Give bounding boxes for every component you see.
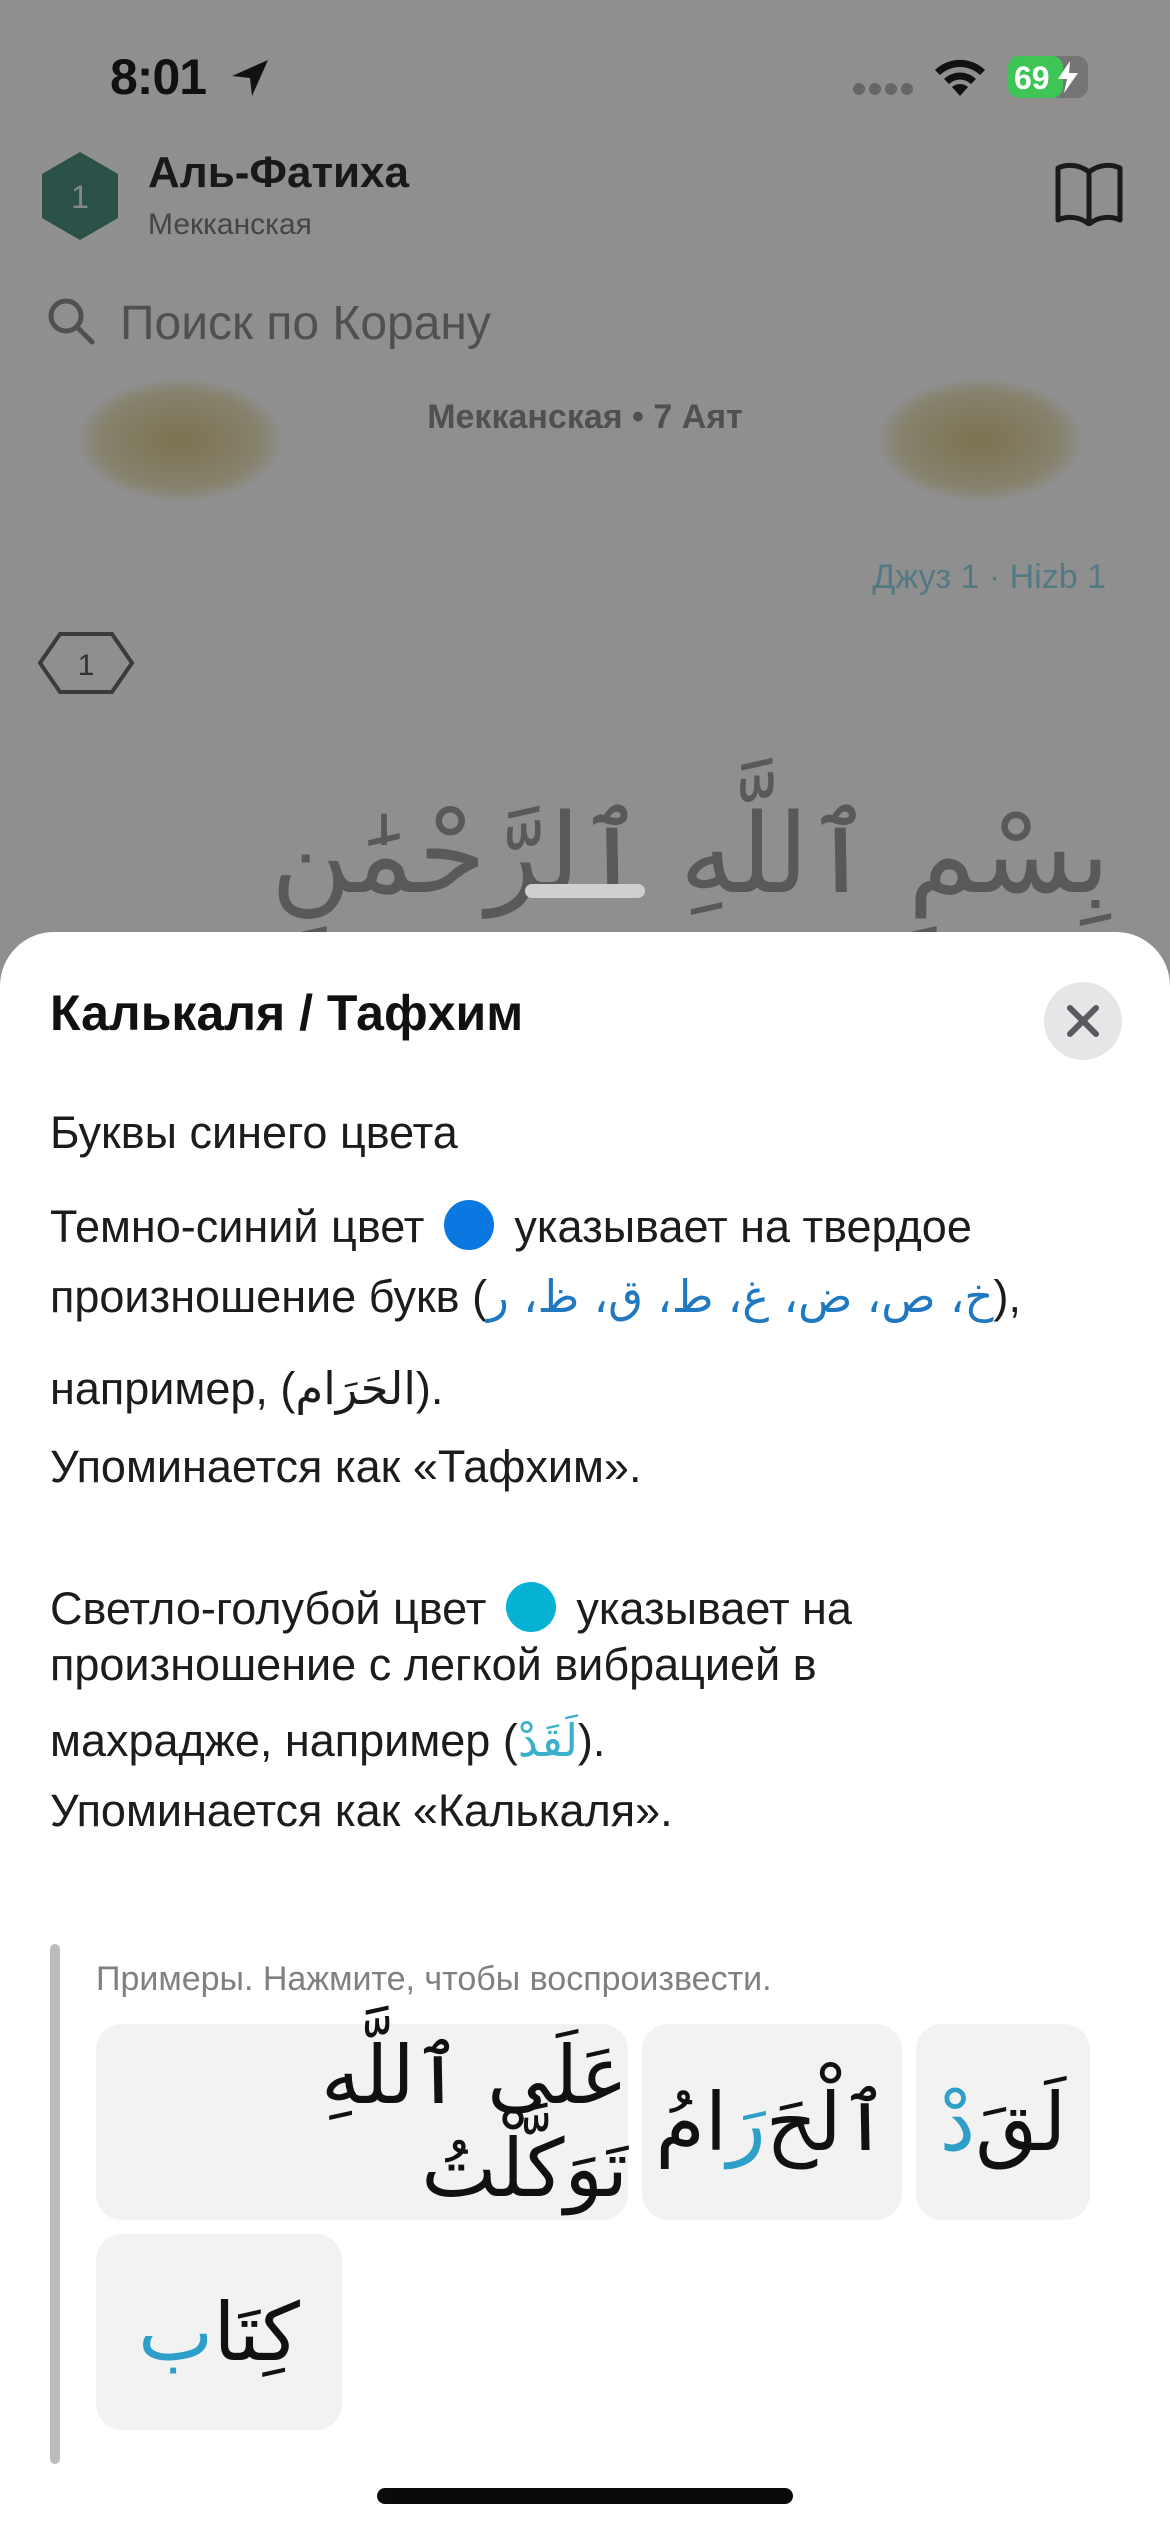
- light-blue-dot-icon: [506, 1582, 557, 1632]
- qalqala-line-2: произношение с легкой вибрацией в: [50, 1639, 817, 1690]
- dark-blue-dot-icon: [444, 1200, 495, 1250]
- juz-hizb-label: Джуз 1 · Hizb 1: [872, 558, 1106, 596]
- example-text: كِتَا: [213, 2285, 300, 2379]
- qalqala-text-d: махрадже, например (: [50, 1715, 518, 1766]
- tafkhim-line-1: Темно-синий цвет указывает на твердое: [50, 1200, 1130, 1250]
- surah-meta: Мекканская • 7 Аят: [427, 398, 743, 436]
- qalqala-line-4: Упоминается как «Калькаля».: [50, 1785, 673, 1836]
- location-arrow-icon: [232, 60, 268, 96]
- qalqala-text-b: указывает на: [576, 1583, 852, 1634]
- tafkhim-text-e: например, (: [50, 1363, 296, 1414]
- svg-text:1: 1: [78, 649, 95, 682]
- status-bar: 8:01 69: [0, 0, 1170, 150]
- tafkhim-line-3: например, (الحَرَام).: [50, 1366, 1130, 1411]
- subheading: Буквы синего цвета: [50, 1107, 458, 1158]
- surah-title: Аль-Фатиха: [148, 148, 409, 197]
- example-chip-kitab[interactable]: كِتَا ب: [96, 2234, 342, 2430]
- example-chip-al-haram[interactable]: ٱلْحَ رَ امُ: [642, 2024, 902, 2220]
- wifi-icon: [935, 59, 985, 96]
- surah-subtitle: Мекканская: [148, 208, 312, 241]
- status-time: 8:01: [110, 49, 207, 105]
- example-highlight: دْ: [939, 2075, 976, 2169]
- tafkhim-text-c: произношение букв (: [50, 1271, 488, 1322]
- tafkhim-letters: خ، ص، ض، غ، ط، ق، ظ، ر: [487, 1270, 994, 1323]
- example-text: عَلَى ٱللَّهِ تَوَكَّلْتُ: [321, 2029, 628, 2215]
- tafkhim-line-2: произношение букв (خ، ص، ض، غ، ط، ق، ظ، …: [50, 1274, 1130, 1319]
- example-highlight: رَ: [727, 2075, 766, 2169]
- home-indicator[interactable]: [377, 2488, 793, 2504]
- battery-percent: 69: [1014, 60, 1050, 96]
- example-chip-laqad[interactable]: لَقَ دْ: [916, 2024, 1090, 2220]
- examples-quote-bar: [50, 1944, 60, 2464]
- book-icon[interactable]: [1054, 160, 1124, 226]
- qalqala-line-3: махрадже, например (لَقَدْ).: [50, 1718, 1130, 1763]
- example-highlight: ب: [138, 2285, 214, 2379]
- example-chip-tawakkaltu[interactable]: عَلَى ٱللَّهِ تَوَكَّلْتُ: [96, 2024, 628, 2220]
- charging-bolt-icon: [1058, 61, 1078, 93]
- search-input[interactable]: Поиск по Корану: [120, 296, 491, 351]
- background-app: 1 Аль-Фатиха Мекканская Поиск по Корану …: [0, 0, 1170, 1046]
- examples-label: Примеры. Нажмите, чтобы воспроизвести.: [96, 1960, 772, 1998]
- sheet-grabber[interactable]: [525, 884, 645, 898]
- qalqala-example-word: لَقَدْ: [517, 1714, 578, 1767]
- svg-text:1: 1: [71, 179, 89, 215]
- tafkhim-text-d: ),: [993, 1271, 1021, 1322]
- qalqala-text-e: ).: [577, 1715, 606, 1766]
- search-icon: [48, 298, 95, 345]
- close-button[interactable]: [1044, 982, 1122, 1060]
- tafkhim-example-word: الحَرَام: [295, 1362, 416, 1415]
- example-text: امُ: [655, 2075, 728, 2169]
- tafkhim-text-b: указывает на твердое: [514, 1201, 972, 1252]
- juz-badge-icon: 1: [42, 152, 118, 240]
- tafkhim-text-a: Темно-синий цвет: [50, 1201, 425, 1252]
- cellular-signal-icon: [853, 83, 913, 95]
- examples-section: Примеры. Нажмите, чтобы воспроизвести. ل…: [50, 1944, 1120, 2464]
- sheet-title: Калькаля / Тафхим: [50, 985, 524, 1041]
- example-text: ٱلْحَ: [765, 2075, 889, 2169]
- example-text: لَقَ: [975, 2075, 1067, 2169]
- tafkhim-line-4: Упоминается как «Тафхим».: [50, 1441, 642, 1492]
- tajweed-info-sheet: Калькаля / Тафхим Буквы синего цвета Тем…: [0, 932, 1170, 2532]
- qalqala-line-1: Светло-голубой цвет указывает на: [50, 1582, 1130, 1632]
- close-icon: [1067, 1005, 1099, 1037]
- tafkhim-text-f: ).: [415, 1363, 444, 1414]
- ayah-number-badge-icon: 1: [37, 632, 135, 694]
- qalqala-text-a: Светло-голубой цвет: [50, 1583, 487, 1634]
